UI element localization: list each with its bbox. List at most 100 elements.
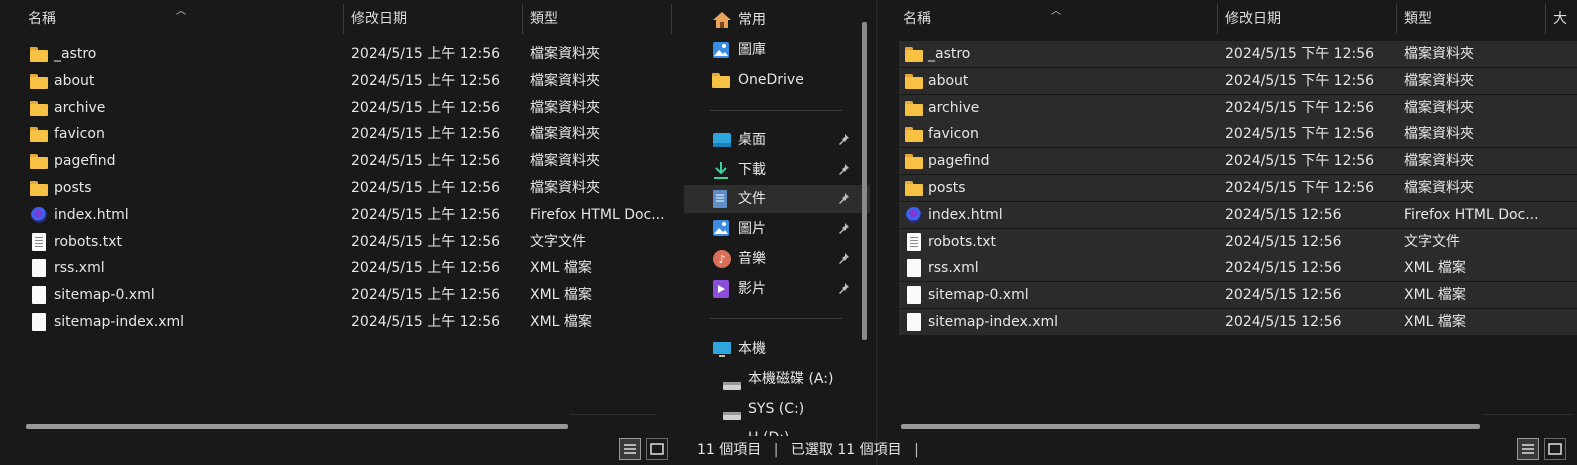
file-name: robots.txt: [928, 233, 996, 250]
file-date: 2024/5/15 下午 12:56: [1225, 72, 1375, 89]
pin-icon[interactable]: [838, 192, 850, 205]
file-type: 檔案資料夾: [1404, 126, 1474, 143]
file-name: favicon: [928, 126, 979, 143]
nav-drive-label: SYS (C:): [748, 400, 805, 417]
column-header: ︿ 名稱 修改日期 類型: [0, 0, 676, 34]
file-name: archive: [928, 99, 980, 116]
file-row[interactable]: sitemap-index.xml 2024/5/15 12:56 XML 檔案: [899, 309, 1577, 335]
column-name[interactable]: 名稱: [895, 6, 1217, 32]
file-type: XML 檔案: [1404, 287, 1466, 304]
folder-icon: [30, 99, 50, 117]
file-type: 檔案資料夾: [1404, 180, 1474, 196]
nav-pinned-label: 圖片: [738, 221, 766, 238]
file-row[interactable]: _astro 2024/5/15 下午 12:56 檔案資料夾: [899, 41, 1577, 67]
pin-icon[interactable]: [838, 163, 850, 175]
monitor-icon: [713, 342, 731, 357]
large-icons-view-button[interactable]: [646, 438, 668, 460]
file-row[interactable]: about 2024/5/15 上午 12:56 檔案資料夾: [22, 68, 670, 94]
file-name: _astro: [54, 46, 97, 62]
file-name: posts: [54, 180, 92, 196]
file-row[interactable]: rss.xml 2024/5/15 上午 12:56 XML 檔案: [22, 255, 670, 281]
file-row[interactable]: rss.xml 2024/5/15 12:56 XML 檔案: [899, 255, 1577, 282]
column-type[interactable]: 類型: [522, 6, 670, 32]
folder-icon: [905, 179, 925, 197]
vertical-scrollbar[interactable]: [862, 22, 867, 340]
folder-icon: [905, 125, 925, 143]
file-date: 2024/5/15 12:56: [1225, 233, 1342, 250]
nav-gallery[interactable]: 圖庫: [684, 36, 870, 64]
file-row[interactable]: favicon 2024/5/15 下午 12:56 檔案資料夾: [899, 121, 1577, 148]
file-row[interactable]: robots.txt 2024/5/15 上午 12:56 文字文件: [22, 229, 670, 255]
pin-icon[interactable]: [838, 252, 850, 264]
file-row[interactable]: robots.txt 2024/5/15 12:56 文字文件: [899, 228, 1577, 255]
details-view-button[interactable]: [619, 438, 641, 460]
file-row[interactable]: index.html 2024/5/15 12:56 Firefox HTML Do…: [899, 201, 1577, 228]
file-name: sitemap-0.xml: [54, 287, 155, 304]
file-date: 2024/5/15 上午 12:56: [351, 99, 501, 116]
file-name: _astro: [928, 46, 971, 62]
file-type: XML 檔案: [530, 260, 592, 277]
file-date: 2024/5/15 下午 12:56: [1225, 46, 1375, 62]
nav-pinned-item[interactable]: 圖片: [684, 215, 870, 243]
file-row[interactable]: sitemap-0.xml 2024/5/15 上午 12:56 XML 檔案: [22, 282, 670, 308]
file-row[interactable]: about 2024/5/15 下午 12:56 檔案資料夾: [899, 67, 1577, 94]
column-type[interactable]: 類型: [1396, 6, 1544, 32]
file-row[interactable]: pagefind 2024/5/15 上午 12:56 檔案資料夾: [22, 148, 670, 174]
file-row[interactable]: _astro 2024/5/15 上午 12:56 檔案資料夾: [22, 41, 670, 67]
file-row[interactable]: posts 2024/5/15 下午 12:56 檔案資料夾: [899, 175, 1577, 201]
nav-pinned-item[interactable]: 影片: [684, 275, 870, 303]
file-row[interactable]: favicon 2024/5/15 上午 12:56 檔案資料夾: [22, 121, 670, 147]
file-name: about: [54, 72, 95, 89]
column-modified[interactable]: 修改日期: [343, 6, 521, 32]
details-view-button[interactable]: [1517, 438, 1539, 460]
horizontal-scrollbar[interactable]: [26, 424, 568, 429]
pin-icon[interactable]: [838, 133, 850, 145]
file-date: 2024/5/15 12:56: [1225, 314, 1342, 330]
file-date: 2024/5/15 上午 12:56: [351, 126, 501, 143]
file-row[interactable]: index.html 2024/5/15 上午 12:56 Firefox HTML…: [22, 202, 670, 228]
left-file-pane: ︿ 名稱 修改日期 類型 _astro 2024/5/15 上午 12:56 檔案資…: [0, 0, 676, 465]
file-icon: [30, 313, 50, 331]
column-size[interactable]: 大: [1545, 6, 1577, 32]
column-header: ︿ 名稱 修改日期 類型 大: [877, 0, 1577, 34]
nav-onedrive[interactable]: OneDrive: [684, 66, 870, 94]
pin-icon[interactable]: [838, 222, 850, 235]
folder-icon: [712, 73, 730, 88]
nav-drive-item[interactable]: H (D:): [684, 424, 870, 436]
file-type: XML 檔案: [1404, 260, 1466, 277]
nav-pinned-item[interactable]: 文件: [684, 185, 870, 214]
item-count: 11 個項目: [697, 442, 762, 458]
large-icons-view-button[interactable]: [1544, 438, 1566, 460]
nav-pinned-item[interactable]: 下載: [684, 156, 870, 184]
file-row[interactable]: sitemap-index.xml 2024/5/15 上午 12:56 XML 檔…: [22, 309, 670, 335]
file-row[interactable]: posts 2024/5/15 上午 12:56 檔案資料夾: [22, 175, 670, 201]
file-type: 檔案資料夾: [530, 126, 600, 143]
file-type: 文字文件: [1404, 233, 1460, 250]
file-type: Firefox HTML Doc...: [1404, 206, 1539, 223]
file-type: 檔案資料夾: [530, 99, 600, 116]
file-name: sitemap-index.xml: [928, 314, 1059, 330]
file-row[interactable]: archive 2024/5/15 上午 12:56 檔案資料夾: [22, 95, 670, 121]
file-row[interactable]: pagefind 2024/5/15 下午 12:56 檔案資料夾: [899, 148, 1577, 175]
file-date: 2024/5/15 上午 12:56: [351, 287, 501, 304]
column-modified[interactable]: 修改日期: [1217, 6, 1395, 32]
file-date: 2024/5/15 上午 12:56: [351, 314, 501, 330]
file-name: about: [928, 72, 969, 89]
file-row[interactable]: archive 2024/5/15 下午 12:56 檔案資料夾: [899, 94, 1577, 121]
nav-drive-item[interactable]: SYS (C:): [684, 395, 870, 423]
pin-icon[interactable]: [838, 282, 850, 294]
desktop-icon: [712, 130, 732, 158]
nav-drive-item[interactable]: 本機磁碟 (A:): [684, 365, 870, 393]
nav-home[interactable]: 常用: [684, 6, 870, 34]
file-type: 檔案資料夾: [530, 46, 600, 62]
nav-pinned-item[interactable]: 桌面: [684, 126, 870, 154]
column-name[interactable]: 名稱: [20, 6, 342, 32]
nav-this-pc[interactable]: 本機: [684, 335, 870, 363]
nav-home-label: 常用: [738, 12, 766, 28]
nav-this-pc-label: 本機: [738, 341, 766, 357]
file-row[interactable]: sitemap-0.xml 2024/5/15 12:56 XML 檔案: [899, 282, 1577, 309]
horizontal-scrollbar[interactable]: [901, 424, 1480, 429]
file-name: archive: [54, 99, 106, 116]
file-type: XML 檔案: [530, 287, 592, 304]
nav-pinned-item[interactable]: ♪ 音樂: [684, 245, 870, 273]
